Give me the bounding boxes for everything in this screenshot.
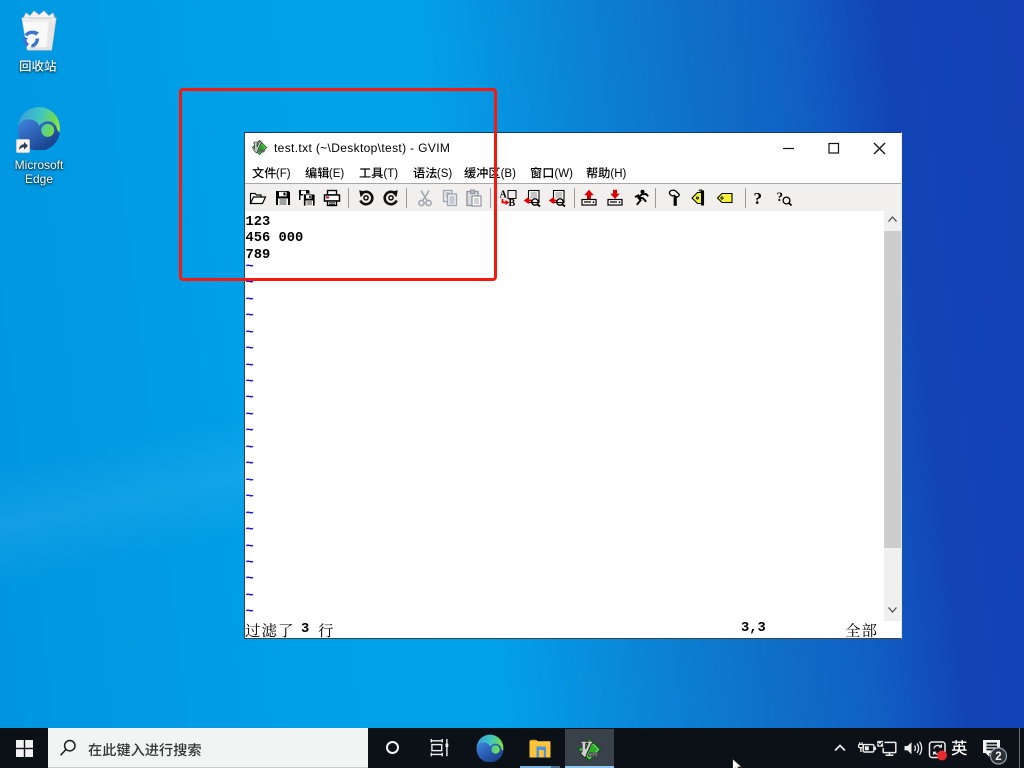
svg-text:2: 2 xyxy=(995,751,1001,763)
